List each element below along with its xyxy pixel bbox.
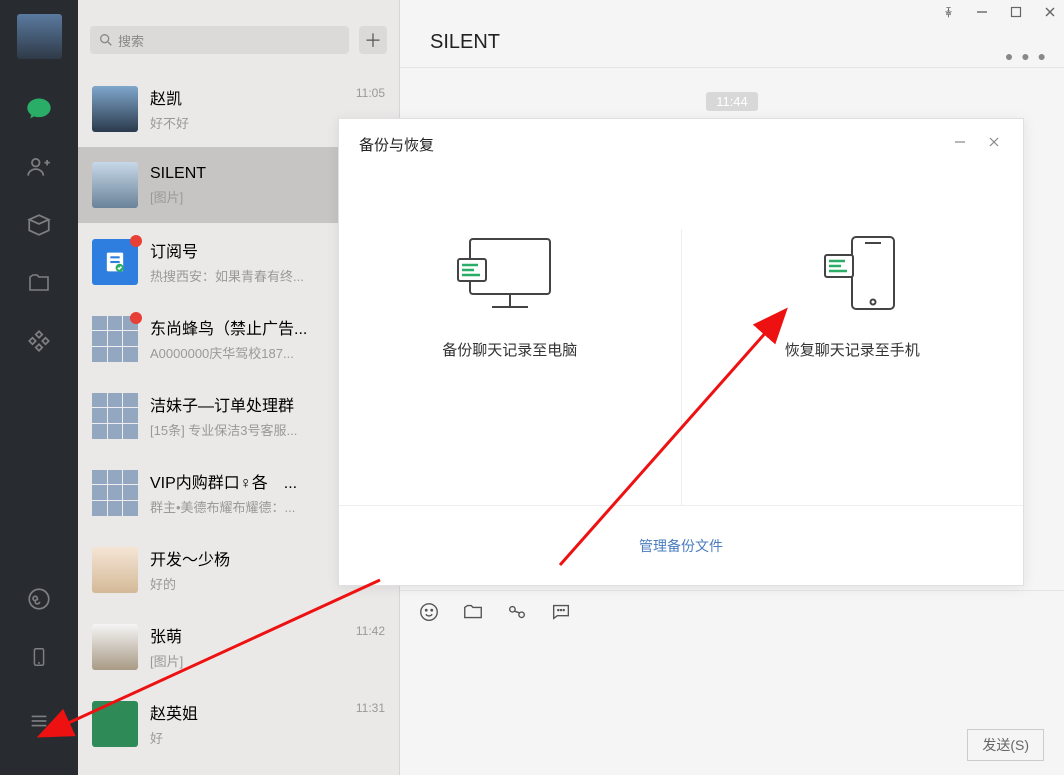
chat-item[interactable]: 赵英姐好11:31 <box>78 685 399 762</box>
dialog-footer: 管理备份文件 <box>339 505 1023 585</box>
chat-name: 赵英姐 <box>150 700 387 724</box>
history-icon[interactable] <box>550 601 572 623</box>
minimize-icon[interactable] <box>974 4 990 20</box>
dialog-title: 备份与恢复 <box>359 134 434 155</box>
folder-icon[interactable] <box>462 601 484 623</box>
chat-input-panel: 发送(S) <box>400 590 1064 775</box>
restore-to-phone-option[interactable]: 恢复聊天记录至手机 <box>682 229 1024 505</box>
restore-label: 恢复聊天记录至手机 <box>785 339 920 360</box>
chat-avatar <box>92 624 138 670</box>
dialog-close-icon[interactable] <box>987 135 1001 149</box>
search-icon <box>98 32 114 48</box>
search-input[interactable]: 搜索 <box>90 26 349 54</box>
miniprogram-icon[interactable] <box>25 585 53 613</box>
monitor-icon <box>440 229 580 319</box>
chat-title: SILENT <box>430 31 500 54</box>
input-toolbar <box>418 601 1046 623</box>
chat-avatar <box>92 162 138 208</box>
search-row: 搜索 ＋ <box>78 0 399 70</box>
chat-name: 张萌 <box>150 623 387 647</box>
chat-info: 张萌 [图片] <box>150 623 387 670</box>
send-button[interactable]: 发送(S) <box>967 729 1044 761</box>
backup-label: 备份聊天记录至电脑 <box>442 339 577 360</box>
chats-icon[interactable] <box>25 95 53 123</box>
phone-icon[interactable] <box>25 643 53 671</box>
backup-dialog: 备份与恢复 备份聊天记录至电脑 <box>338 118 1024 586</box>
user-avatar[interactable] <box>17 14 62 59</box>
more-icon[interactable]: ● ● ● <box>1005 48 1048 64</box>
manage-link[interactable]: 管理备份文件 <box>639 536 723 556</box>
phone-restore-icon <box>782 229 922 319</box>
chat-avatar <box>92 316 138 362</box>
window-controls <box>940 4 1058 20</box>
chat-avatar <box>92 470 138 516</box>
chat-time: 11:31 <box>356 701 385 715</box>
chat-item[interactable]: 张萌 [图片] 11:42 <box>78 608 399 685</box>
unread-badge <box>130 312 142 324</box>
add-button[interactable]: ＋ <box>359 26 387 54</box>
chat-time: 11:42 <box>356 624 385 638</box>
time-pill: 11:44 <box>706 92 758 111</box>
chat-info: 赵英姐好 <box>150 700 387 747</box>
files-icon[interactable] <box>25 269 53 297</box>
emoji-icon[interactable] <box>418 601 440 623</box>
backup-to-pc-option[interactable]: 备份聊天记录至电脑 <box>339 229 682 505</box>
chat-avatar <box>92 239 138 285</box>
maximize-icon[interactable] <box>1008 4 1024 20</box>
menu-icon[interactable] <box>25 707 53 735</box>
chat-name: 赵凯 <box>150 85 387 109</box>
chat-avatar <box>92 547 138 593</box>
chat-preview: [图片] <box>150 651 387 670</box>
search-placeholder: 搜索 <box>118 31 144 50</box>
dialog-body: 备份聊天记录至电脑 恢复聊天记录至手机 <box>339 169 1023 505</box>
contacts-icon[interactable] <box>25 153 53 181</box>
chat-avatar <box>92 393 138 439</box>
dialog-minimize-icon[interactable] <box>953 135 967 149</box>
chat-avatar <box>92 86 138 132</box>
moments-icon[interactable] <box>25 327 53 355</box>
favorites-icon[interactable] <box>25 211 53 239</box>
pin-icon[interactable] <box>940 4 956 20</box>
close-icon[interactable] <box>1042 4 1058 20</box>
unread-badge <box>130 235 142 247</box>
sidebar <box>0 0 78 775</box>
chat-time: 11:05 <box>356 86 385 100</box>
app-root: 搜索 ＋ 赵凯好不好11:05SILENT[图片]订阅号热搜西安：如果青春有终.… <box>0 0 1064 775</box>
screenshot-icon[interactable] <box>506 601 528 623</box>
chat-avatar <box>92 701 138 747</box>
dialog-header: 备份与恢复 <box>339 119 1023 169</box>
chat-preview: 好 <box>150 728 387 747</box>
